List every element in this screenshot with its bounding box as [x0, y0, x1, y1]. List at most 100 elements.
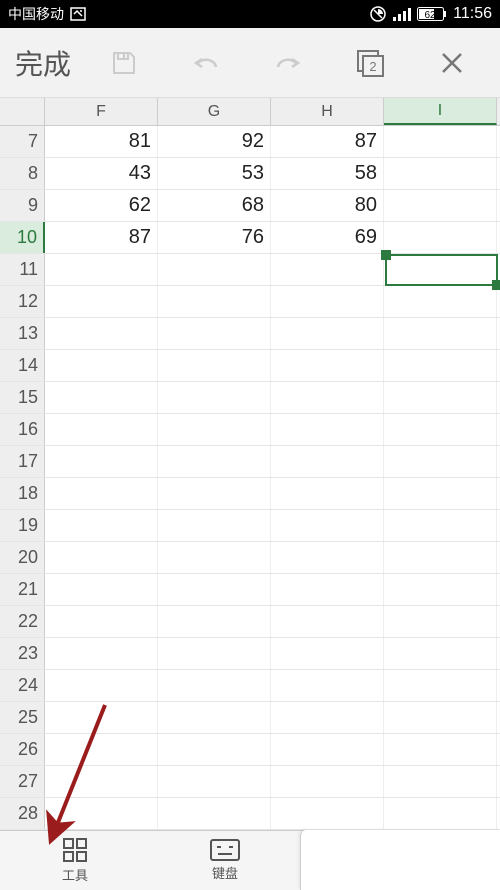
redo-button[interactable] [250, 28, 327, 97]
row-header-9[interactable]: 9 [0, 190, 45, 221]
row-header-12[interactable]: 12 [0, 286, 45, 317]
cell-G12[interactable] [158, 286, 271, 317]
cell-G10[interactable]: 76 [158, 222, 271, 253]
cell-H19[interactable] [271, 510, 384, 541]
cell-H28[interactable] [271, 798, 384, 829]
cell-H27[interactable] [271, 766, 384, 797]
cell-F15[interactable] [45, 382, 158, 413]
cell-I18[interactable] [384, 478, 497, 509]
cell-G11[interactable] [158, 254, 271, 285]
cell-I26[interactable] [384, 734, 497, 765]
cell-F23[interactable] [45, 638, 158, 669]
row-header-13[interactable]: 13 [0, 318, 45, 349]
cell-I13[interactable] [384, 318, 497, 349]
cell-F21[interactable] [45, 574, 158, 605]
row-header-18[interactable]: 18 [0, 478, 45, 509]
row-header-22[interactable]: 22 [0, 606, 45, 637]
cell-G13[interactable] [158, 318, 271, 349]
cell-H25[interactable] [271, 702, 384, 733]
cell-G20[interactable] [158, 542, 271, 573]
cell-G27[interactable] [158, 766, 271, 797]
row-header-16[interactable]: 16 [0, 414, 45, 445]
tools-tab[interactable]: 工具 [0, 831, 150, 890]
row-header-8[interactable]: 8 [0, 158, 45, 189]
cell-I15[interactable] [384, 382, 497, 413]
cell-H16[interactable] [271, 414, 384, 445]
cell-G8[interactable]: 53 [158, 158, 271, 189]
cell-F11[interactable] [45, 254, 158, 285]
sheet-tab[interactable] [300, 830, 500, 890]
row-header-20[interactable]: 20 [0, 542, 45, 573]
cell-I12[interactable] [384, 286, 497, 317]
row-header-21[interactable]: 21 [0, 574, 45, 605]
cell-F14[interactable] [45, 350, 158, 381]
cell-I7[interactable] [384, 126, 497, 157]
cell-G21[interactable] [158, 574, 271, 605]
cell-I10[interactable] [384, 222, 497, 253]
cell-F16[interactable] [45, 414, 158, 445]
cell-H26[interactable] [271, 734, 384, 765]
row-header-14[interactable]: 14 [0, 350, 45, 381]
select-all-corner[interactable] [0, 98, 45, 125]
cell-I9[interactable] [384, 190, 497, 221]
row-header-11[interactable]: 11 [0, 254, 45, 285]
cell-F25[interactable] [45, 702, 158, 733]
cell-H24[interactable] [271, 670, 384, 701]
cell-I25[interactable] [384, 702, 497, 733]
cell-G16[interactable] [158, 414, 271, 445]
column-header-G[interactable]: G [158, 98, 271, 125]
cell-F19[interactable] [45, 510, 158, 541]
cell-I11[interactable] [384, 254, 497, 285]
cell-F20[interactable] [45, 542, 158, 573]
cell-G26[interactable] [158, 734, 271, 765]
column-header-H[interactable]: H [271, 98, 384, 125]
cell-H15[interactable] [271, 382, 384, 413]
cell-I8[interactable] [384, 158, 497, 189]
cell-F26[interactable] [45, 734, 158, 765]
cell-H17[interactable] [271, 446, 384, 477]
cell-G7[interactable]: 92 [158, 126, 271, 157]
cell-I21[interactable] [384, 574, 497, 605]
cell-H22[interactable] [271, 606, 384, 637]
cell-I22[interactable] [384, 606, 497, 637]
cell-F24[interactable] [45, 670, 158, 701]
cell-F12[interactable] [45, 286, 158, 317]
cell-H14[interactable] [271, 350, 384, 381]
cell-F28[interactable] [45, 798, 158, 829]
cell-I19[interactable] [384, 510, 497, 541]
row-header-23[interactable]: 23 [0, 638, 45, 669]
cell-H12[interactable] [271, 286, 384, 317]
close-button[interactable] [413, 28, 490, 97]
cell-H8[interactable]: 58 [271, 158, 384, 189]
cell-I17[interactable] [384, 446, 497, 477]
row-header-25[interactable]: 25 [0, 702, 45, 733]
keyboard-tab[interactable]: 键盘 [150, 831, 300, 890]
cell-I24[interactable] [384, 670, 497, 701]
cell-F13[interactable] [45, 318, 158, 349]
cell-G15[interactable] [158, 382, 271, 413]
cell-I27[interactable] [384, 766, 497, 797]
cell-I14[interactable] [384, 350, 497, 381]
cell-H21[interactable] [271, 574, 384, 605]
cell-F22[interactable] [45, 606, 158, 637]
column-header-I[interactable]: I [384, 98, 497, 125]
cell-H10[interactable]: 69 [271, 222, 384, 253]
row-header-24[interactable]: 24 [0, 670, 45, 701]
cell-I16[interactable] [384, 414, 497, 445]
spreadsheet-grid[interactable]: FGHI 78192878435358962688010877669111213… [0, 98, 500, 830]
cell-G24[interactable] [158, 670, 271, 701]
windows-button[interactable]: 2 [331, 28, 408, 97]
cell-G18[interactable] [158, 478, 271, 509]
row-header-7[interactable]: 7 [0, 126, 45, 157]
cell-H23[interactable] [271, 638, 384, 669]
cell-G17[interactable] [158, 446, 271, 477]
cell-F7[interactable]: 81 [45, 126, 158, 157]
cell-F8[interactable]: 43 [45, 158, 158, 189]
cell-F27[interactable] [45, 766, 158, 797]
cell-I20[interactable] [384, 542, 497, 573]
cell-H7[interactable]: 87 [271, 126, 384, 157]
column-header-F[interactable]: F [45, 98, 158, 125]
row-header-15[interactable]: 15 [0, 382, 45, 413]
cell-F10[interactable]: 87 [45, 222, 158, 253]
cell-F17[interactable] [45, 446, 158, 477]
